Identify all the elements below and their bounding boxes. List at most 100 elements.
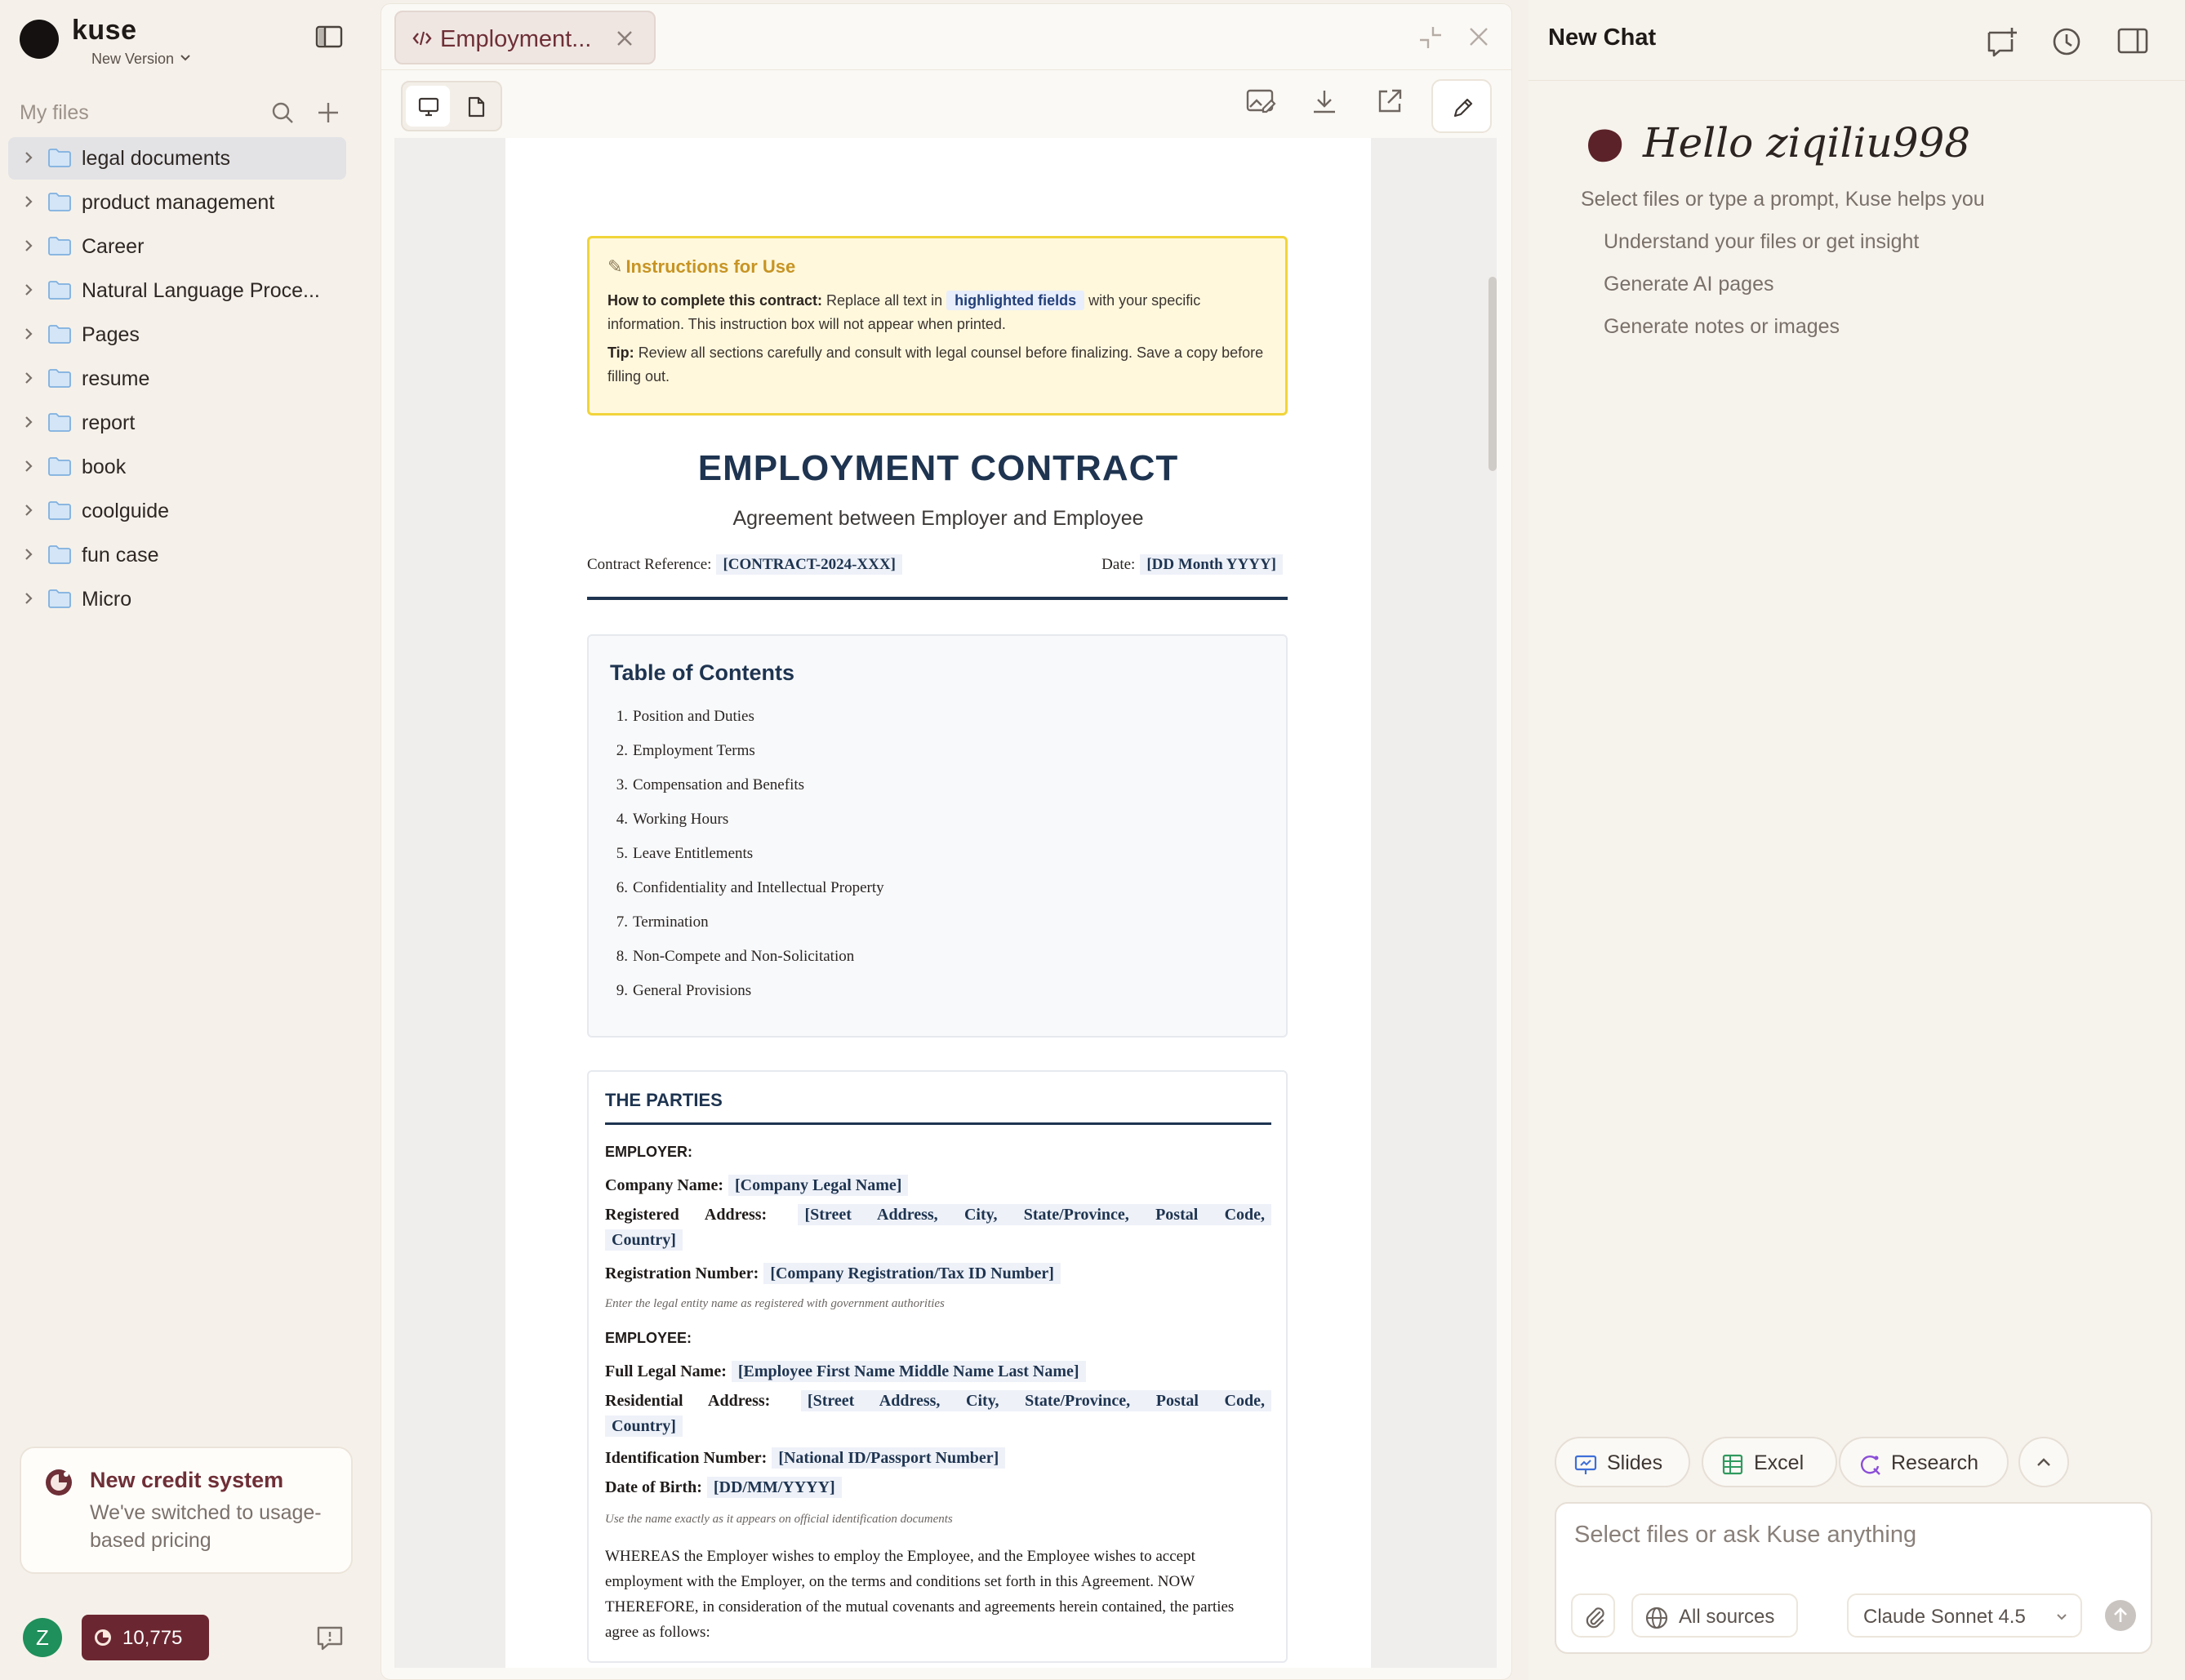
feedback-icon[interactable] xyxy=(315,1623,345,1652)
sidebar: kuse New Version My files legal document… xyxy=(0,0,380,1680)
credit-icon xyxy=(46,1469,72,1496)
version-selector[interactable]: New Version xyxy=(91,51,174,68)
collapse-icon[interactable] xyxy=(1417,24,1444,51)
toc-item[interactable]: 9. General Provisions xyxy=(613,982,884,1016)
document-title: EMPLOYMENT CONTRACT xyxy=(697,448,1179,488)
toc-item[interactable]: 6. Confidentiality and Intellectual Prope… xyxy=(613,879,884,913)
chat-composer: All sources Claude Sonnet 4.5 xyxy=(1555,1502,2152,1654)
viewer-divider xyxy=(381,69,1511,70)
contract-reference-field[interactable]: [CONTRACT-2024-XXX] xyxy=(716,554,902,575)
folder-label: Micro xyxy=(82,588,132,611)
identification-field[interactable]: [National ID/Passport Number] xyxy=(772,1447,1006,1469)
sidebar-folder[interactable]: fun case xyxy=(8,534,346,576)
close-viewer-icon[interactable] xyxy=(1467,25,1490,48)
chevron-right-icon[interactable] xyxy=(23,194,34,209)
greeting: Hello ziqiliu998 xyxy=(1643,119,1971,167)
avatar[interactable]: Z xyxy=(23,1618,62,1657)
chevron-right-icon[interactable] xyxy=(23,459,34,473)
chat-input[interactable] xyxy=(1574,1522,2129,1549)
sources-selector[interactable]: All sources xyxy=(1631,1593,1798,1638)
chevron-right-icon[interactable] xyxy=(23,371,34,385)
monitor-icon xyxy=(418,97,439,117)
folder-label: Career xyxy=(82,235,145,258)
attach-button[interactable] xyxy=(1571,1593,1615,1638)
credits-badge[interactable]: 10,775 xyxy=(82,1615,209,1660)
residential-address-field[interactable]: [Street Address, City, State/Province, P… xyxy=(800,1390,1271,1411)
sidebar-folder[interactable]: resume xyxy=(8,358,346,400)
chevron-right-icon[interactable] xyxy=(23,547,34,562)
folder-icon xyxy=(48,501,71,520)
model-selector[interactable]: Claude Sonnet 4.5 xyxy=(1847,1593,2082,1638)
add-icon[interactable] xyxy=(315,100,341,126)
document-view-button[interactable] xyxy=(453,86,497,127)
sidebar-folder[interactable]: Natural Language Proce... xyxy=(8,269,346,312)
pencil-icon xyxy=(1453,98,1473,118)
date-of-birth-field[interactable]: [DD/MM/YYYY] xyxy=(706,1477,842,1498)
chevron-right-icon[interactable] xyxy=(23,415,34,429)
sidebar-folder[interactable]: book xyxy=(8,446,346,488)
chevron-right-icon[interactable] xyxy=(23,238,34,253)
sidebar-folder[interactable]: Pages xyxy=(8,313,346,356)
full-name-field[interactable]: [Employee First Name Middle Name Last Na… xyxy=(731,1361,1086,1382)
close-icon[interactable] xyxy=(615,29,634,48)
research-chip[interactable]: Research xyxy=(1839,1437,2009,1487)
toc-item[interactable]: 8. Non-Compete and Non-Solicitation xyxy=(613,948,884,982)
reference-row: Contract Reference: [CONTRACT-2024-XXX] D… xyxy=(587,553,1288,579)
registered-address-field[interactable]: [Street Address, City, State/Province, P… xyxy=(798,1204,1272,1225)
brand-row[interactable]: kuse New Version xyxy=(20,15,363,67)
sidebar-toggle-icon[interactable] xyxy=(315,24,343,49)
chevron-right-icon[interactable] xyxy=(23,150,34,165)
registration-number-field[interactable]: [Company Registration/Tax ID Number] xyxy=(763,1263,1061,1284)
folder-icon xyxy=(48,325,71,344)
company-name-field[interactable]: [Company Legal Name] xyxy=(728,1175,909,1196)
suggestion-ai-pages[interactable]: Generate AI pages xyxy=(1604,273,1773,296)
history-icon[interactable] xyxy=(2051,26,2082,57)
credit-card[interactable]: New credit system We've switched to usag… xyxy=(20,1447,353,1574)
folder-icon xyxy=(48,237,71,256)
chevron-down-icon[interactable] xyxy=(180,54,191,62)
folder-label: resume xyxy=(82,367,150,390)
desktop-view-button[interactable] xyxy=(406,86,450,127)
panel-toggle-icon[interactable] xyxy=(2116,26,2149,56)
download-icon[interactable] xyxy=(1311,87,1338,115)
sidebar-folder[interactable]: Career xyxy=(8,225,346,268)
sidebar-folder[interactable]: Micro xyxy=(8,578,346,620)
external-link-icon[interactable] xyxy=(1376,87,1404,115)
code-icon xyxy=(412,31,432,46)
toc-item[interactable]: 4. Working Hours xyxy=(613,811,884,845)
suggestion-notes-images[interactable]: Generate notes or images xyxy=(1604,315,1840,339)
folder-label: product management xyxy=(82,191,275,214)
sidebar-folder[interactable]: product management xyxy=(8,181,346,224)
sidebar-folder[interactable]: coolguide xyxy=(8,490,346,532)
expand-tools-button[interactable] xyxy=(2018,1437,2069,1487)
new-chat-icon[interactable] xyxy=(1986,26,2018,59)
tab-employment[interactable]: Employment... xyxy=(394,11,656,64)
contract-date-field[interactable]: [DD Month YYYY] xyxy=(1140,554,1283,575)
search-icon[interactable] xyxy=(269,100,296,126)
folder-label: book xyxy=(82,456,127,478)
chevron-right-icon[interactable] xyxy=(23,503,34,518)
scrollbar[interactable] xyxy=(1489,277,1497,471)
folder-list: legal documents product management Career N… xyxy=(8,137,346,622)
excel-chip[interactable]: Excel xyxy=(1702,1437,1837,1487)
chevron-right-icon[interactable] xyxy=(23,591,34,606)
toc-item[interactable]: 1. Position and Duties xyxy=(613,708,884,742)
chevron-right-icon[interactable] xyxy=(23,282,34,297)
identification-line: Identification Number: [National ID/Passp… xyxy=(605,1446,1271,1471)
toc-item[interactable]: 7. Termination xyxy=(613,913,884,948)
memo-icon: ✎ xyxy=(607,256,623,277)
slides-chip[interactable]: Slides xyxy=(1555,1437,1690,1487)
folder-icon xyxy=(48,589,71,608)
toc-item[interactable]: 5. Leave Entitlements xyxy=(613,845,884,879)
chevron-right-icon[interactable] xyxy=(23,327,34,341)
company-name-line: Company Name: [Company Legal Name] xyxy=(605,1173,1271,1198)
toc-item[interactable]: 3. Compensation and Benefits xyxy=(613,776,884,811)
toc-item[interactable]: 2. Employment Terms xyxy=(613,742,884,776)
send-button[interactable] xyxy=(2105,1600,2136,1631)
edit-button[interactable] xyxy=(1431,79,1492,133)
suggestion-understand[interactable]: Understand your files or get insight xyxy=(1604,230,1919,254)
image-edit-icon[interactable] xyxy=(1245,87,1276,115)
document-canvas[interactable]: ✎ Instructions for Use How to complete th… xyxy=(394,138,1497,1668)
sidebar-folder[interactable]: legal documents xyxy=(8,137,346,180)
sidebar-folder[interactable]: report xyxy=(8,402,346,444)
